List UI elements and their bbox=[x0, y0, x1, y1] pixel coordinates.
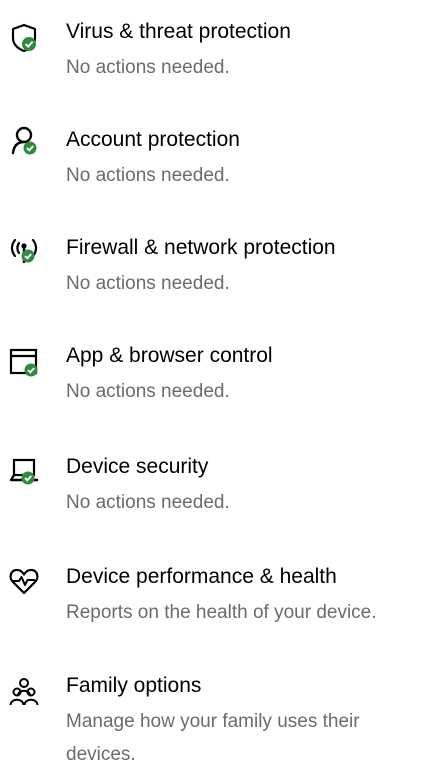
laptop-check-icon bbox=[8, 455, 40, 487]
item-title: App & browser control bbox=[66, 344, 273, 367]
item-description: No actions needed. bbox=[66, 273, 230, 294]
item-title: Firewall & network protection bbox=[66, 236, 336, 259]
item-title: Account protection bbox=[66, 128, 240, 151]
family-icon bbox=[8, 676, 40, 708]
shield-check-icon bbox=[8, 22, 40, 54]
item-title: Device security bbox=[66, 455, 209, 478]
item-description: Reports on the health of your device. bbox=[66, 602, 377, 623]
item-description: No actions needed. bbox=[66, 492, 230, 513]
item-description: Manage how your family uses their device… bbox=[66, 711, 360, 765]
item-title: Virus & threat protection bbox=[66, 20, 291, 43]
item-title: Device performance & health bbox=[66, 565, 337, 588]
app-window-check-icon bbox=[8, 346, 40, 378]
item-description: No actions needed. bbox=[66, 57, 230, 78]
heart-pulse-icon bbox=[8, 565, 40, 597]
wireless-antenna-check-icon bbox=[8, 234, 40, 266]
item-title: Family options bbox=[66, 674, 202, 697]
person-check-icon bbox=[8, 124, 40, 156]
item-description: No actions needed. bbox=[66, 381, 230, 402]
item-description: No actions needed. bbox=[66, 165, 230, 186]
